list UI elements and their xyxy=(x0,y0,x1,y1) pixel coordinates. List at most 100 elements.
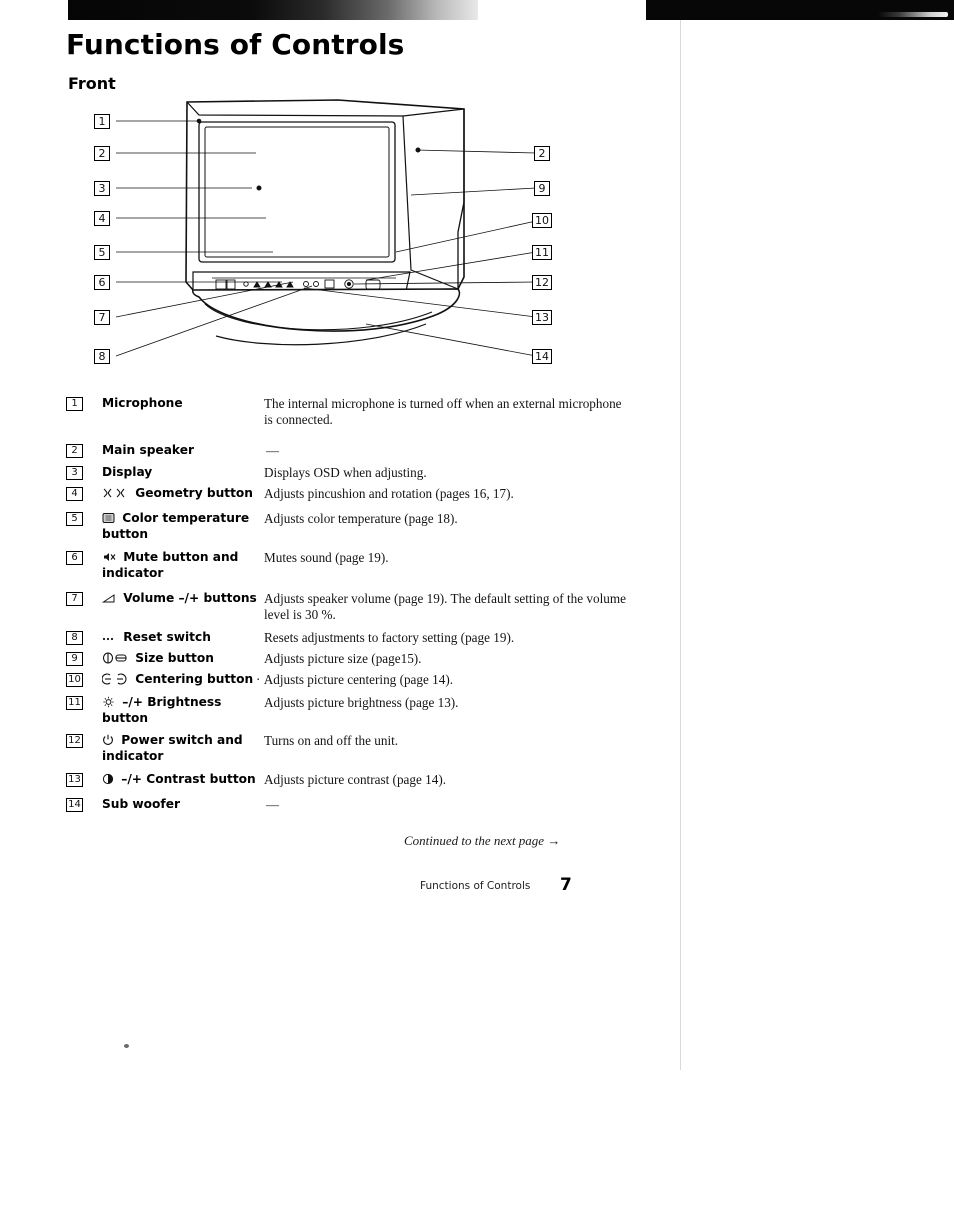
item-label: Color temperature button xyxy=(102,511,264,541)
controls-list: 1 Microphone The internal microphone is … xyxy=(66,396,626,815)
document-page: Functions of Controls Front 1 2 3 4 5 6 … xyxy=(0,0,954,1227)
item-description: The internal microphone is turned off wh… xyxy=(264,396,622,427)
mute-icon xyxy=(102,551,116,566)
item-label-text: Geometry button xyxy=(135,486,253,500)
callout-left-1: 1 xyxy=(94,114,110,129)
item-description: Resets adjustments to factory setting (p… xyxy=(264,630,515,645)
page-title: Functions of Controls xyxy=(66,28,405,61)
item-label: Sub woofer xyxy=(102,797,264,813)
list-item: 4 Geometry button Adjusts pincushion and… xyxy=(66,486,626,502)
callout-left-5: 5 xyxy=(94,245,110,260)
item-label: Main speaker xyxy=(102,443,264,459)
item-description: Turns on and off the unit. xyxy=(264,733,399,748)
front-view-figure: 1 2 3 4 5 6 7 8 2 9 10 11 12 13 14 xyxy=(66,92,576,377)
item-label-text: –/+ Brightness button xyxy=(102,695,222,725)
item-description: Mutes sound (page 19). xyxy=(264,550,389,565)
list-item: 6 Mute button and indicator Mutes sound … xyxy=(66,550,626,580)
list-item: 9 Size button Adjusts picture size (page… xyxy=(66,651,626,667)
list-item: 12 Power switch and indicator Turns on a… xyxy=(66,733,626,763)
item-label-text: Sub woofer xyxy=(102,797,181,811)
item-label: Reset switch xyxy=(102,630,264,646)
item-label: Size button xyxy=(102,651,264,667)
item-description: — xyxy=(266,443,279,458)
item-number: 14 xyxy=(66,797,102,813)
callout-right-2: 2 xyxy=(534,146,550,161)
item-number: 4 xyxy=(66,486,102,502)
list-item: 2 Main speaker — xyxy=(66,443,626,459)
header-black-bar-left xyxy=(68,0,478,20)
item-number: 1 xyxy=(66,396,102,427)
item-number: 2 xyxy=(66,443,102,459)
header-bar-gradient-tick xyxy=(878,12,948,17)
callout-right-13: 13 xyxy=(532,310,552,325)
page-number: 7 xyxy=(560,875,572,895)
continued-note: Continued to the next page → xyxy=(404,833,561,848)
callout-right-11: 11 xyxy=(532,245,552,260)
item-label: Microphone xyxy=(102,396,264,427)
item-label: Centering button xyxy=(101,672,264,688)
list-item: 10 Centering button · Adjusts picture ce… xyxy=(66,672,626,688)
page-edge-rule xyxy=(680,20,681,1070)
item-label-text: Centering button xyxy=(135,672,254,686)
item-number: 12 xyxy=(66,733,102,763)
item-number: 7 xyxy=(66,591,102,622)
item-description: — xyxy=(266,797,279,812)
list-item: 5 Color temperature button Adjusts color… xyxy=(66,511,626,541)
item-number: 9 xyxy=(66,651,102,667)
item-label-text: Mute button and indicator xyxy=(102,550,239,580)
header-black-bar-right xyxy=(646,0,954,20)
item-label-text: –/+ Contrast button xyxy=(121,772,256,786)
footer-title: Functions of Controls xyxy=(420,880,531,892)
item-description: Displays OSD when adjusting. xyxy=(264,464,427,480)
callout-left-7: 7 xyxy=(94,310,110,325)
list-item: 3 Display Displays OSD when adjusting. xyxy=(66,465,626,481)
scan-artifact xyxy=(124,1044,129,1048)
item-description: Adjusts speaker volume (page 19). The de… xyxy=(264,591,626,622)
callout-left-3: 3 xyxy=(94,181,110,196)
item-label: Power switch and indicator xyxy=(102,733,264,763)
callout-left-8: 8 xyxy=(94,349,110,364)
callout-right-10: 10 xyxy=(532,213,552,228)
contrast-icon xyxy=(102,773,114,788)
item-label-text: Display xyxy=(102,464,153,479)
brightness-icon xyxy=(102,696,115,711)
color-temperature-icon xyxy=(102,512,115,527)
callout-left-6: 6 xyxy=(94,275,110,290)
list-item: 13 –/+ Contrast button Adjusts picture c… xyxy=(66,772,626,788)
list-item: 7 Volume –/+ buttons Adjusts speaker vol… xyxy=(66,591,626,622)
list-item: 8 Reset switch Resets adjustments to fac… xyxy=(66,630,626,646)
volume-icon xyxy=(101,593,116,607)
geometry-icon xyxy=(102,487,128,502)
item-number: 10 xyxy=(66,672,102,688)
item-number: 13 xyxy=(66,772,102,788)
item-label-text: Reset switch xyxy=(123,630,211,644)
item-label: Volume –/+ buttons xyxy=(101,591,264,622)
callout-left-4: 4 xyxy=(94,211,110,226)
item-label: –/+ Brightness button xyxy=(102,695,264,725)
item-number: 6 xyxy=(66,550,102,580)
list-item: 14 Sub woofer — xyxy=(66,797,626,813)
item-number: 5 xyxy=(66,511,102,541)
item-number: 8 xyxy=(66,630,102,646)
item-label-text: Volume –/+ buttons xyxy=(123,591,257,605)
power-icon xyxy=(102,734,114,749)
page-footer: Functions of Controls 7 xyxy=(420,875,572,895)
item-label: Display xyxy=(102,465,264,481)
item-label-text: Color temperature button xyxy=(102,511,250,541)
item-label: Mute button and indicator xyxy=(102,550,264,580)
item-label-text: Size button xyxy=(135,651,214,665)
item-description: Adjusts color temperature (page 18). xyxy=(264,511,458,526)
size-icon xyxy=(102,652,128,667)
callout-right-12: 12 xyxy=(532,275,552,290)
item-description: Adjusts picture contrast (page 14). xyxy=(264,772,447,787)
item-label-text: Microphone xyxy=(102,396,183,410)
list-item: 1 Microphone The internal microphone is … xyxy=(66,396,626,427)
item-label-text: Power switch and indicator xyxy=(102,733,243,763)
reset-icon xyxy=(102,632,116,646)
item-description: Adjusts picture brightness (page 13). xyxy=(264,695,459,710)
list-item: 11 –/+ Brightness button Adjusts picture… xyxy=(66,695,626,725)
item-label: Geometry button xyxy=(102,486,264,502)
item-number: 11 xyxy=(66,695,102,725)
item-description: · Adjusts picture centering (page 14). xyxy=(256,672,454,687)
item-description: Adjusts pincushion and rotation (pages 1… xyxy=(264,486,514,501)
